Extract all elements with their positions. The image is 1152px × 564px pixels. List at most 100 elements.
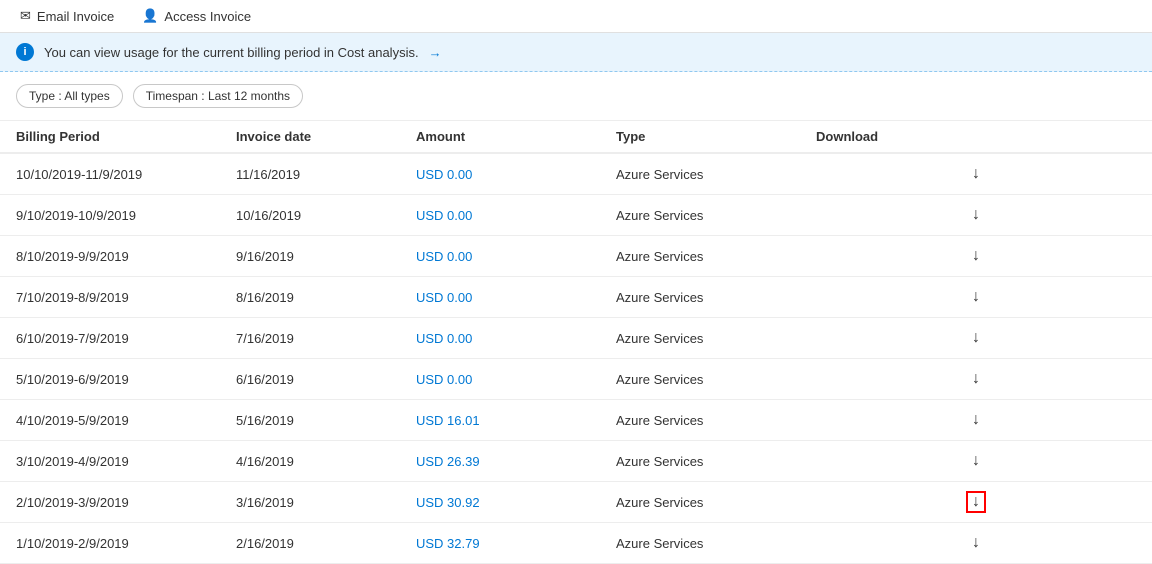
download-button[interactable]: ↓ [966, 368, 986, 390]
download-button[interactable]: ↓ [966, 204, 986, 226]
cell-amount[interactable]: USD 0.00 [400, 277, 600, 318]
cell-amount[interactable]: USD 32.79 [400, 523, 600, 564]
amount-link[interactable]: USD 0.00 [416, 331, 472, 346]
cell-billing-period: 4/10/2019-5/9/2019 [0, 400, 220, 441]
cell-type: Azure Services [600, 195, 800, 236]
cell-type: Azure Services [600, 523, 800, 564]
amount-link[interactable]: USD 30.92 [416, 495, 480, 510]
timespan-filter-label: Timespan : Last 12 months [146, 89, 290, 103]
cell-type: Azure Services [600, 153, 800, 195]
cell-amount[interactable]: USD 0.00 [400, 195, 600, 236]
cell-download[interactable]: ↓ [800, 482, 1152, 523]
cell-billing-period: 5/10/2019-6/9/2019 [0, 359, 220, 400]
invoices-table: Billing Period Invoice date Amount Type … [0, 120, 1152, 564]
cell-invoice-date: 11/16/2019 [220, 153, 400, 195]
download-button[interactable]: ↓ [966, 491, 986, 513]
amount-link[interactable]: USD 0.00 [416, 167, 472, 182]
cell-invoice-date: 6/16/2019 [220, 359, 400, 400]
cell-amount[interactable]: USD 30.92 [400, 482, 600, 523]
download-button[interactable]: ↓ [966, 163, 986, 185]
cell-type: Azure Services [600, 359, 800, 400]
download-button[interactable]: ↓ [966, 327, 986, 349]
envelope-icon: ✉ [20, 8, 31, 24]
cell-type: Azure Services [600, 318, 800, 359]
cell-type: Azure Services [600, 277, 800, 318]
cell-download[interactable]: ↓ [800, 359, 1152, 400]
filters-bar: Type : All types Timespan : Last 12 mont… [0, 72, 1152, 120]
toolbar: ✉ Email Invoice 👤 Access Invoice [0, 0, 1152, 33]
cell-amount[interactable]: USD 0.00 [400, 359, 600, 400]
email-invoice-button[interactable]: ✉ Email Invoice [16, 6, 118, 26]
amount-link[interactable]: USD 0.00 [416, 290, 472, 305]
cell-type: Azure Services [600, 482, 800, 523]
cell-invoice-date: 8/16/2019 [220, 277, 400, 318]
cell-billing-period: 3/10/2019-4/9/2019 [0, 441, 220, 482]
amount-link[interactable]: USD 0.00 [416, 372, 472, 387]
cell-amount[interactable]: USD 26.39 [400, 441, 600, 482]
amount-link[interactable]: USD 0.00 [416, 208, 472, 223]
cell-invoice-date: 10/16/2019 [220, 195, 400, 236]
cell-billing-period: 6/10/2019-7/9/2019 [0, 318, 220, 359]
table-row: 8/10/2019-9/9/20199/16/2019 USD 0.00 Azure… [0, 236, 1152, 277]
cell-download[interactable]: ↓ [800, 318, 1152, 359]
email-invoice-label: Email Invoice [37, 9, 114, 24]
table-row: 4/10/2019-5/9/20195/16/2019 USD 16.01 Azur… [0, 400, 1152, 441]
table-row: 2/10/2019-3/9/20193/16/2019 USD 30.92 Azur… [0, 482, 1152, 523]
cell-type: Azure Services [600, 236, 800, 277]
amount-link[interactable]: USD 26.39 [416, 454, 480, 469]
cell-billing-period: 1/10/2019-2/9/2019 [0, 523, 220, 564]
cell-amount[interactable]: USD 0.00 [400, 236, 600, 277]
download-button[interactable]: ↓ [966, 409, 986, 431]
amount-link[interactable]: USD 16.01 [416, 413, 480, 428]
table-row: 7/10/2019-8/9/20198/16/2019 USD 0.00 Azure… [0, 277, 1152, 318]
cell-download[interactable]: ↓ [800, 277, 1152, 318]
table-row: 6/10/2019-7/9/20197/16/2019 USD 0.00 Azure… [0, 318, 1152, 359]
cell-invoice-date: 9/16/2019 [220, 236, 400, 277]
cell-invoice-date: 2/16/2019 [220, 523, 400, 564]
table-row: 1/10/2019-2/9/20192/16/2019 USD 32.79 Azur… [0, 523, 1152, 564]
col-header-amount: Amount [400, 121, 600, 154]
cell-billing-period: 9/10/2019-10/9/2019 [0, 195, 220, 236]
table-row: 3/10/2019-4/9/20194/16/2019USD 26.39Azur… [0, 441, 1152, 482]
cell-amount[interactable]: USD 16.01 [400, 400, 600, 441]
table-row: 9/10/2019-10/9/201910/16/2019 USD 0.00 Azu… [0, 195, 1152, 236]
table-row: 10/10/2019-11/9/201911/16/2019USD 0.00Az… [0, 153, 1152, 195]
info-icon: i [16, 43, 34, 61]
cell-amount[interactable]: USD 0.00 [400, 153, 600, 195]
download-button[interactable]: ↓ [966, 286, 986, 308]
cell-type: Azure Services [600, 441, 800, 482]
cell-billing-period: 7/10/2019-8/9/2019 [0, 277, 220, 318]
table-header-row: Billing Period Invoice date Amount Type … [0, 121, 1152, 154]
cell-invoice-date: 5/16/2019 [220, 400, 400, 441]
cell-type: Azure Services [600, 400, 800, 441]
table-row: 5/10/2019-6/9/20196/16/2019 USD 0.00 Azure… [0, 359, 1152, 400]
access-invoice-button[interactable]: 👤 Access Invoice [138, 6, 255, 26]
cell-amount[interactable]: USD 0.00 [400, 318, 600, 359]
cell-download[interactable]: ↓ [800, 153, 1152, 195]
cell-download[interactable]: ↓ [800, 195, 1152, 236]
col-header-download: Download [800, 121, 1152, 154]
amount-link[interactable]: USD 0.00 [416, 249, 472, 264]
col-header-type: Type [600, 121, 800, 154]
download-button[interactable]: ↓ [966, 245, 986, 267]
people-icon: 👤 [142, 8, 158, 24]
download-button[interactable]: ↓ [966, 532, 986, 554]
timespan-filter-button[interactable]: Timespan : Last 12 months [133, 84, 303, 108]
cell-download[interactable]: ↓ [800, 523, 1152, 564]
amount-link[interactable]: USD 32.79 [416, 536, 480, 551]
type-filter-label: Type : All types [29, 89, 110, 103]
type-filter-button[interactable]: Type : All types [16, 84, 123, 108]
cell-download[interactable]: ↓ [800, 441, 1152, 482]
col-header-invoice-date: Invoice date [220, 121, 400, 154]
cell-billing-period: 8/10/2019-9/9/2019 [0, 236, 220, 277]
cell-download[interactable]: ↓ [800, 236, 1152, 277]
access-invoice-label: Access Invoice [164, 9, 251, 24]
download-button[interactable]: ↓ [966, 450, 986, 472]
banner-text: You can view usage for the current billi… [44, 45, 419, 60]
cost-analysis-link[interactable]: → [429, 45, 442, 60]
cell-invoice-date: 7/16/2019 [220, 318, 400, 359]
cell-invoice-date: 3/16/2019 [220, 482, 400, 523]
info-banner: i You can view usage for the current bil… [0, 33, 1152, 72]
cell-billing-period: 2/10/2019-3/9/2019 [0, 482, 220, 523]
cell-download[interactable]: ↓ [800, 400, 1152, 441]
